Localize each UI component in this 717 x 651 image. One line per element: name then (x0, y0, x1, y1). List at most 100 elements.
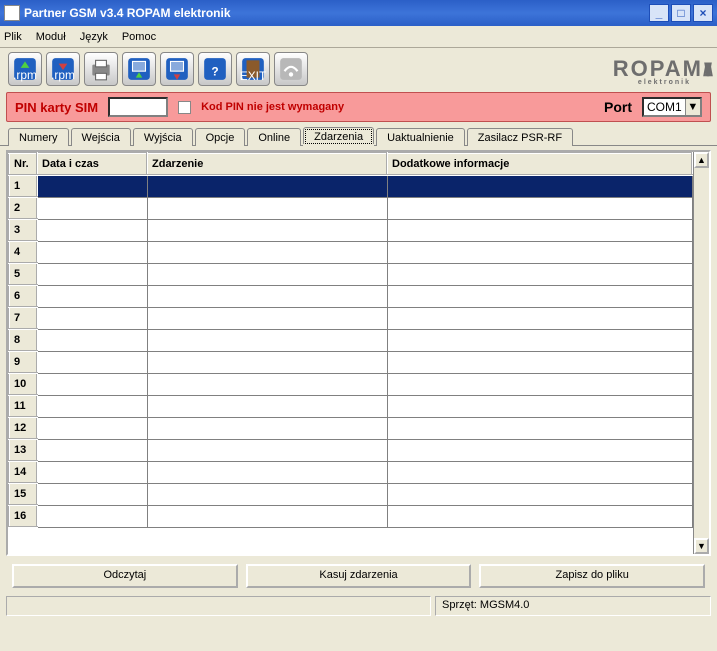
events-table: Nr.Data i czasZdarzenieDodatkowe informa… (8, 152, 693, 528)
pin-noreq-checkbox[interactable] (178, 101, 191, 114)
table-row[interactable]: 10 (9, 373, 692, 395)
cell (387, 285, 692, 307)
cell (147, 417, 387, 439)
tab-online[interactable]: Online (247, 128, 301, 146)
table-row[interactable]: 9 (9, 351, 692, 373)
cell (37, 219, 147, 241)
pin-input[interactable] (108, 97, 168, 117)
tab-zdarzenia[interactable]: Zdarzenia (303, 127, 374, 146)
table-row[interactable]: 5 (9, 263, 692, 285)
close-button[interactable]: × (693, 4, 713, 22)
chevron-down-icon: ▼ (685, 99, 700, 115)
toolbar: .rpm .rpm ? EXIT ROPAM/\/\/\ elektronik (0, 48, 717, 88)
print-button[interactable] (84, 52, 118, 86)
cell (147, 307, 387, 329)
read-button[interactable]: Odczytaj (12, 564, 238, 588)
cell (37, 307, 147, 329)
cell: 10 (9, 373, 37, 395)
cell (387, 439, 692, 461)
cell (37, 197, 147, 219)
table-row[interactable]: 6 (9, 285, 692, 307)
cell (387, 307, 692, 329)
clear-button[interactable]: Kasuj zdarzenia (246, 564, 472, 588)
tab-wyjcia[interactable]: Wyjścia (133, 128, 193, 146)
vertical-scrollbar[interactable]: ▲ ▼ (693, 152, 709, 554)
cell (387, 505, 692, 527)
table-row[interactable]: 1 (9, 175, 692, 197)
table-row[interactable]: 7 (9, 307, 692, 329)
column-header[interactable]: Data i czas (37, 153, 147, 175)
cell (37, 417, 147, 439)
table-row[interactable]: 13 (9, 439, 692, 461)
maximize-button[interactable]: □ (671, 4, 691, 22)
pinbar: PIN karty SIM Kod PIN nie jest wymagany … (6, 92, 711, 122)
scroll-down-icon[interactable]: ▼ (694, 538, 709, 554)
menu-pomoc[interactable]: Pomoc (122, 31, 156, 43)
cell (37, 461, 147, 483)
svg-text:.rpm: .rpm (13, 68, 37, 82)
save-rpm-button[interactable]: .rpm (46, 52, 80, 86)
table-row[interactable]: 11 (9, 395, 692, 417)
upload-button[interactable] (160, 52, 194, 86)
exit-button[interactable]: EXIT (236, 52, 270, 86)
menu-jezyk[interactable]: Język (80, 31, 108, 43)
port-label: Port (604, 99, 632, 115)
table-row[interactable]: 12 (9, 417, 692, 439)
cell: 15 (9, 483, 37, 505)
cell (387, 351, 692, 373)
table-row[interactable]: 4 (9, 241, 692, 263)
app-icon (4, 5, 20, 21)
scroll-up-icon[interactable]: ▲ (694, 152, 709, 168)
cell: 11 (9, 395, 37, 417)
cell (147, 505, 387, 527)
table-row[interactable]: 14 (9, 461, 692, 483)
scroll-track[interactable] (694, 168, 709, 538)
table-row[interactable]: 2 (9, 197, 692, 219)
cell (387, 483, 692, 505)
cell (37, 351, 147, 373)
cell (37, 483, 147, 505)
cell (37, 439, 147, 461)
cell (387, 461, 692, 483)
open-rpm-button[interactable]: .rpm (8, 52, 42, 86)
download-button[interactable] (122, 52, 156, 86)
port-value: COM1 (644, 99, 685, 115)
tab-wejcia[interactable]: Wejścia (71, 128, 131, 146)
tab-opcje[interactable]: Opcje (195, 128, 246, 146)
column-header[interactable]: Nr. (9, 153, 37, 175)
menu-plik[interactable]: Plik (4, 31, 22, 43)
wireless-button[interactable] (274, 52, 308, 86)
cell (37, 329, 147, 351)
table-row[interactable]: 8 (9, 329, 692, 351)
status-left (6, 596, 431, 616)
cell (387, 197, 692, 219)
column-header[interactable]: Dodatkowe informacje (387, 153, 692, 175)
port-combo[interactable]: COM1 ▼ (642, 97, 702, 117)
column-header[interactable]: Zdarzenie (147, 153, 387, 175)
save-file-button[interactable]: Zapisz do pliku (479, 564, 705, 588)
cell (387, 175, 692, 197)
menu-modul[interactable]: Moduł (36, 31, 66, 43)
cell (387, 329, 692, 351)
tab-zasilaczpsrrf[interactable]: Zasilacz PSR-RF (467, 128, 573, 146)
cell (147, 373, 387, 395)
pin-noreq-label: Kod PIN nie jest wymagany (201, 101, 344, 113)
tab-numery[interactable]: Numery (8, 128, 69, 146)
table-row[interactable]: 3 (9, 219, 692, 241)
cell (37, 285, 147, 307)
minimize-button[interactable]: _ (649, 4, 669, 22)
help-button[interactable]: ? (198, 52, 232, 86)
cell: 16 (9, 505, 37, 527)
tabbar: NumeryWejściaWyjściaOpcjeOnlineZdarzenia… (0, 126, 717, 146)
cell (147, 329, 387, 351)
cell (37, 175, 147, 197)
cell: 8 (9, 329, 37, 351)
cell (387, 219, 692, 241)
svg-text:EXIT: EXIT (240, 69, 266, 82)
tab-uaktualnienie[interactable]: Uaktualnienie (376, 128, 465, 146)
cell: 6 (9, 285, 37, 307)
table-row[interactable]: 15 (9, 483, 692, 505)
cell (147, 263, 387, 285)
table-row[interactable]: 16 (9, 505, 692, 527)
cell (387, 241, 692, 263)
